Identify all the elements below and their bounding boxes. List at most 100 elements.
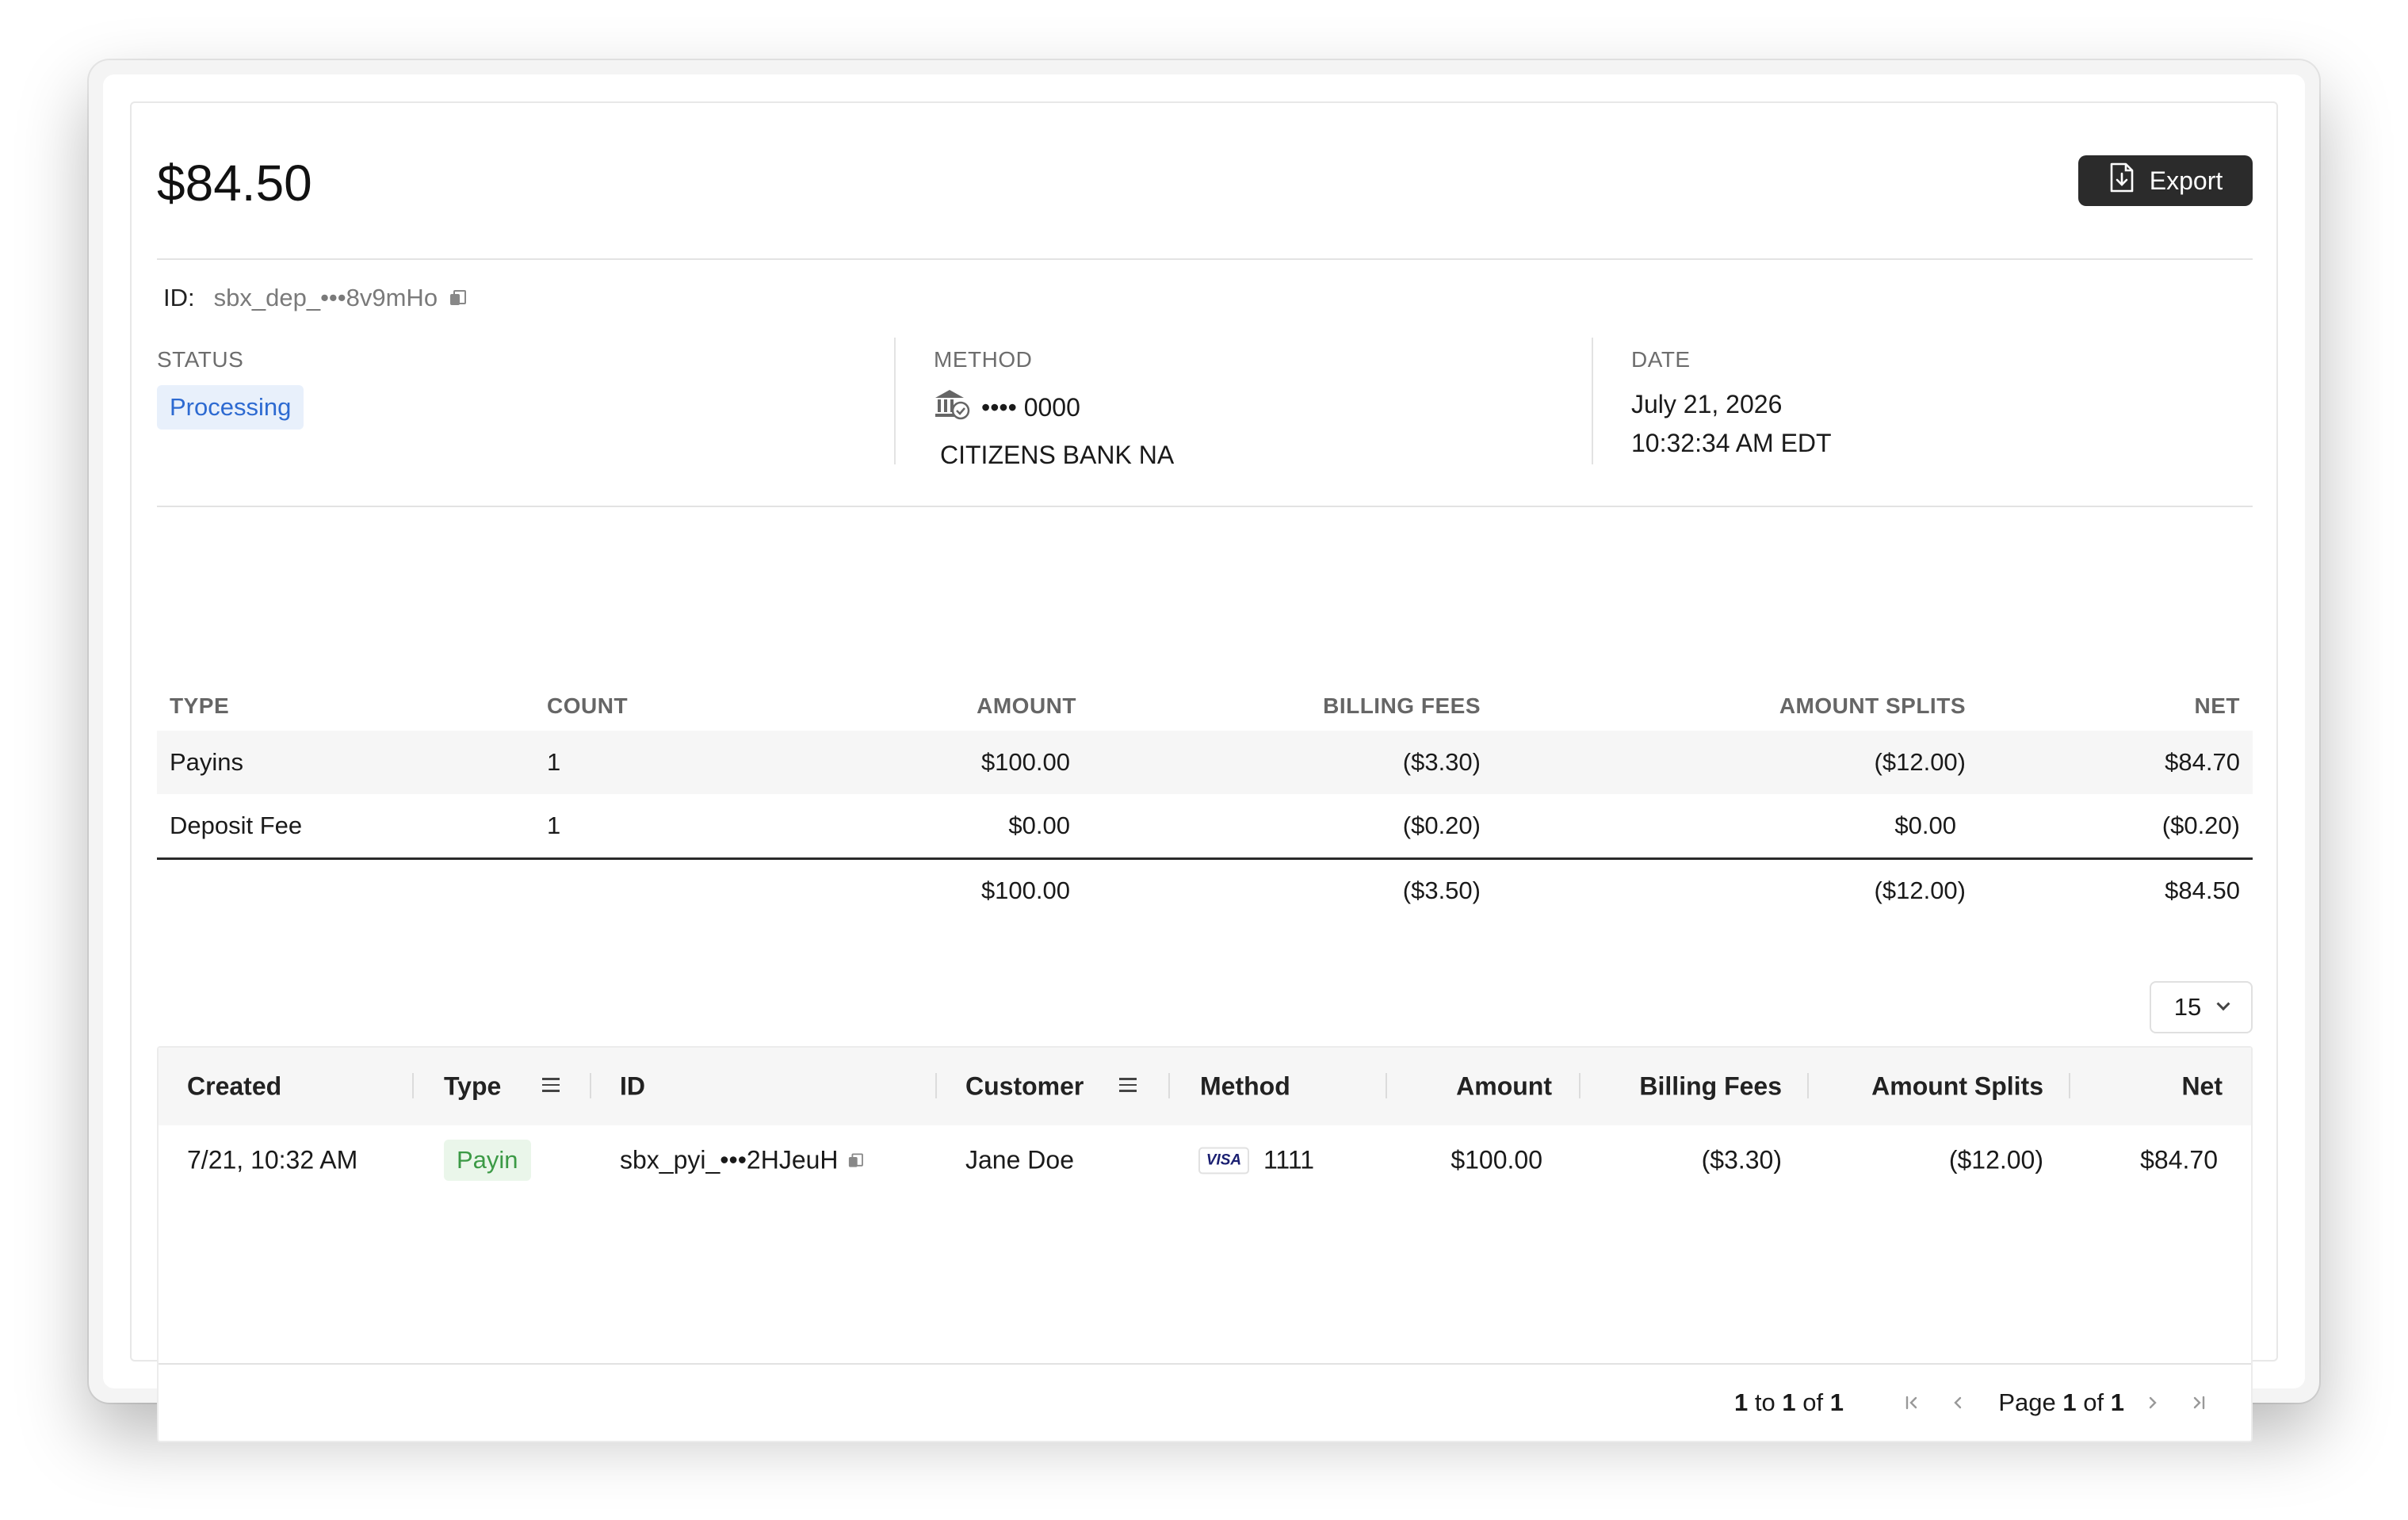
summary-count: 1 [547, 812, 561, 839]
total-amount-splits: ($12.00) [1874, 876, 1966, 904]
id-label: ID: [163, 284, 195, 311]
meta-section: STATUS Processing METHOD •••• 0000 CITIZ… [157, 338, 2253, 469]
header: $84.50 Export [157, 151, 2253, 227]
table-row[interactable]: 7/21, 10:32 AM Payin sbx_pyi_•••2HJeuH J… [159, 1125, 2251, 1195]
prev-page-button[interactable] [1947, 1392, 1969, 1414]
summary-amount: $100.00 [980, 748, 1070, 776]
grid-header: Created Type ID Customer Method Amount B… [159, 1048, 2251, 1125]
cell-method: VISA 1111 [1198, 1146, 1314, 1175]
payin-id: sbx_pyi_•••2HJeuH [620, 1145, 839, 1174]
cell-customer[interactable]: Jane Doe [965, 1146, 1074, 1175]
column-header-type[interactable]: Type [444, 1072, 501, 1102]
method-column: METHOD •••• 0000 CITIZENS BANK NA [894, 338, 1592, 469]
chevron-down-icon [2216, 997, 2230, 1011]
summary-count: 1 [547, 748, 561, 776]
column-header-id[interactable]: ID [620, 1072, 645, 1102]
total-amount: $100.00 [980, 876, 1070, 904]
page-of: of [2083, 1388, 2104, 1416]
page-size-value: 15 [2173, 993, 2202, 1021]
column-header-method[interactable]: Method [1200, 1072, 1290, 1102]
first-page-button[interactable] [1901, 1392, 1923, 1414]
column-separator[interactable] [1168, 1073, 1170, 1098]
window-content: $84.50 Export ID: sbx_dep_•••8v9mHo STAT… [103, 74, 2305, 1442]
status-column: STATUS Processing [157, 338, 878, 464]
summary-header-amount-splits: AMOUNT SPLITS [1779, 693, 1966, 718]
summary-total-row: $100.00 ($3.50) ($12.00) $84.50 [157, 857, 2253, 921]
summary-billing-fees: ($0.20) [1402, 812, 1481, 839]
column-header-net[interactable]: Net [2181, 1072, 2223, 1102]
column-header-billing-fees[interactable]: Billing Fees [1639, 1072, 1782, 1102]
method-account: •••• 0000 [934, 388, 1592, 426]
cell-net: $84.70 [2140, 1145, 2218, 1174]
date-value: July 21, 2026 [1631, 390, 1783, 418]
filter-icon[interactable] [1119, 1078, 1137, 1094]
column-separator[interactable] [2069, 1073, 2070, 1098]
page-current: 1 [2062, 1388, 2077, 1416]
range-total: 1 [1829, 1388, 1844, 1416]
next-page-icon [2149, 1396, 2157, 1409]
method-masked-account: •••• 0000 [981, 392, 1080, 422]
prev-page-icon [1954, 1396, 1962, 1409]
summary-header-row: TYPE COUNT AMOUNT BILLING FEES AMOUNT SP… [157, 682, 2253, 731]
column-header-amount-splits[interactable]: Amount Splits [1871, 1072, 2043, 1102]
column-separator[interactable] [1807, 1073, 1809, 1098]
column-separator[interactable] [935, 1073, 937, 1098]
summary-header-billing-fees: BILLING FEES [1323, 693, 1481, 718]
status-badge: Processing [157, 385, 304, 430]
range-end: 1 [1782, 1388, 1796, 1416]
column-header-amount[interactable]: Amount [1456, 1072, 1552, 1102]
divider [157, 506, 2253, 507]
page-indicator: Page 1 of 1 [1998, 1388, 2124, 1417]
summary-billing-fees: ($3.30) [1402, 748, 1481, 776]
first-page-icon [1905, 1396, 1917, 1410]
page-word: Page [1998, 1388, 2056, 1416]
last-page-button[interactable] [2188, 1392, 2210, 1414]
app-window: $84.50 Export ID: sbx_dep_•••8v9mHo STAT… [89, 60, 2319, 1442]
summary-header-count: COUNT [547, 693, 629, 718]
summary-net: $84.70 [2165, 748, 2240, 776]
divider [157, 258, 2253, 260]
total-billing-fees: ($3.50) [1402, 876, 1481, 904]
total-net: $84.50 [2165, 876, 2240, 904]
summary-amount-splits: $0.00 [1894, 812, 1956, 839]
cell-id: sbx_pyi_•••2HJeuH [620, 1145, 863, 1175]
export-button[interactable]: Export [2078, 155, 2253, 206]
row-range-summary: 1 to 1 of 1 [1734, 1388, 1844, 1417]
file-export-icon [2108, 162, 2135, 199]
range-to: to [1754, 1388, 1775, 1416]
deposit-id: sbx_dep_•••8v9mHo [213, 284, 438, 311]
method-label: METHOD [934, 347, 1033, 372]
column-separator[interactable] [1579, 1073, 1580, 1098]
summary-type: Payins [170, 748, 244, 776]
page-total: 1 [2110, 1388, 2124, 1416]
page-size-select[interactable]: 15 [2150, 981, 2253, 1033]
card-last4: 1111 [1263, 1145, 1315, 1174]
cell-amount: $100.00 [1451, 1145, 1542, 1174]
summary-header-net: NET [2194, 693, 2240, 718]
method-bank-name: CITIZENS BANK NA [940, 441, 1175, 469]
column-separator[interactable] [590, 1073, 591, 1098]
summary-net: ($0.20) [2161, 812, 2240, 839]
cell-amount-splits: ($12.00) [1948, 1145, 2043, 1174]
column-separator[interactable] [412, 1073, 414, 1098]
column-header-customer[interactable]: Customer [965, 1072, 1084, 1102]
copy-icon[interactable] [450, 290, 467, 306]
cell-created: 7/21, 10:32 AM [187, 1145, 358, 1174]
column-header-created[interactable]: Created [187, 1072, 281, 1102]
page-title: $84.50 [157, 155, 312, 212]
cell-billing-fees: ($3.30) [1701, 1145, 1782, 1174]
next-page-button[interactable] [2142, 1392, 2164, 1414]
deposit-detail-card: $84.50 Export ID: sbx_dep_•••8v9mHo STAT… [130, 101, 2278, 1442]
pagination-bar: 1 to 1 of 1 Page 1 of 1 [159, 1363, 2251, 1441]
time-value: 10:32:34 AM EDT [1631, 429, 1832, 457]
column-separator[interactable] [1386, 1073, 1387, 1098]
date-column: DATE July 21, 2026 10:32:34 AM EDT [1592, 338, 2253, 464]
last-page-icon [2193, 1396, 2205, 1410]
copy-icon[interactable] [848, 1153, 863, 1167]
status-label: STATUS [157, 347, 244, 372]
transactions-grid: Created Type ID Customer Method Amount B… [157, 1046, 2253, 1442]
type-badge: Payin [444, 1140, 531, 1181]
summary-type: Deposit Fee [170, 812, 303, 839]
filter-icon[interactable] [542, 1078, 560, 1094]
summary-row: Deposit Fee 1 $0.00 ($0.20) $0.00 ($0.20… [157, 794, 2253, 857]
